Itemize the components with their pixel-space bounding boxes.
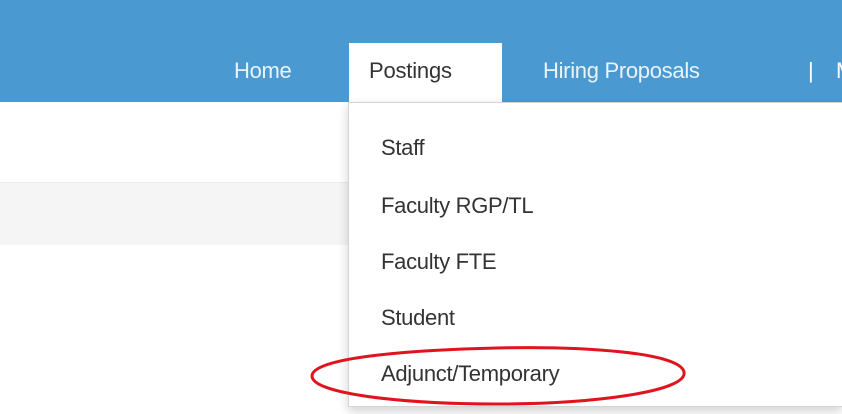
dropdown-item-staff[interactable]: Staff bbox=[381, 135, 425, 161]
dropdown-item-faculty-fte[interactable]: Faculty FTE bbox=[381, 249, 497, 275]
dropdown-item-student[interactable]: Student bbox=[381, 305, 455, 331]
nav-truncated-link[interactable]: M bbox=[836, 58, 842, 84]
dropdown-item-adjunct-temporary[interactable]: Adjunct/Temporary bbox=[381, 361, 560, 387]
nav-postings-label: Postings bbox=[369, 58, 452, 83]
top-navigation-bar: Home Postings Hiring Proposals | M bbox=[0, 0, 842, 102]
nav-home-link[interactable]: Home bbox=[234, 58, 292, 84]
nav-postings-tab[interactable]: Postings bbox=[349, 43, 502, 102]
nav-separator: | bbox=[808, 58, 814, 83]
postings-dropdown-menu: Staff Faculty RGP/TL Faculty FTE Student… bbox=[348, 102, 842, 407]
nav-hiring-proposals-link[interactable]: Hiring Proposals bbox=[543, 58, 700, 84]
dropdown-item-faculty-rgp-tl[interactable]: Faculty RGP/TL bbox=[381, 193, 534, 219]
